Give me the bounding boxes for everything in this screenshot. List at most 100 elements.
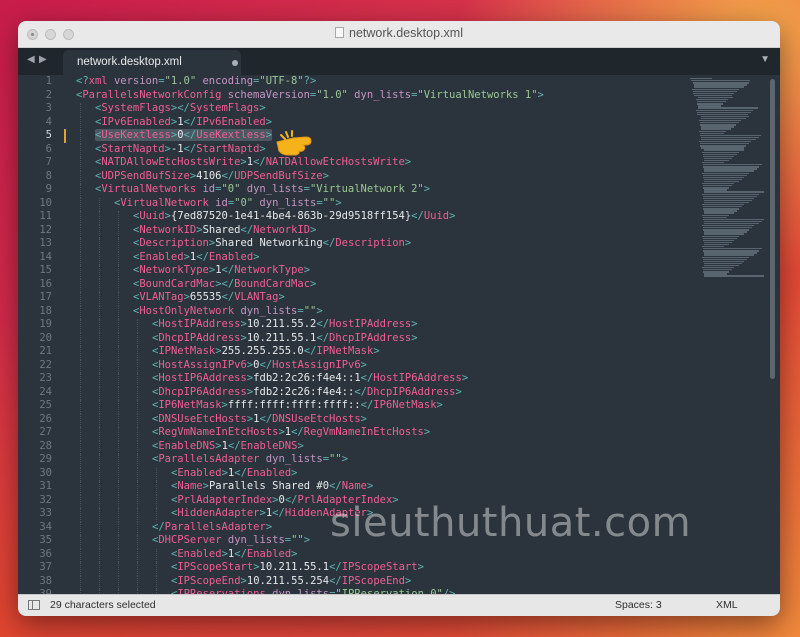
code-line[interactable]: </ParallelsAdapter> (152, 521, 272, 535)
code-line[interactable]: <UseKextless>0</UseKextless> (95, 129, 273, 143)
code-line[interactable]: <BoundCardMac></BoundCardMac> (133, 278, 316, 292)
code-line[interactable]: <EnableDNS>1</EnableDNS> (152, 440, 304, 454)
tab-back-arrow-icon[interactable]: ◀ (27, 54, 35, 65)
code-line[interactable]: <Enabled>1</Enabled> (171, 548, 298, 562)
code-token: ></ (215, 277, 235, 290)
code-line[interactable]: <VirtualNetwork id="0" dyn_lists=""> (114, 197, 342, 211)
code-line[interactable]: <RegVmNameInEtcHosts>1</RegVmNameInEtcHo… (152, 426, 430, 440)
code-line[interactable]: <DNSUseEtcHosts>1</DNSUseEtcHosts> (152, 413, 367, 427)
code-line[interactable]: <SystemFlags></SystemFlags> (95, 102, 266, 116)
indent-guide (156, 575, 157, 589)
indent-guide (118, 238, 119, 252)
tab-menu-chevron-down-icon[interactable]: ▼ (760, 54, 770, 65)
code-line[interactable]: <IPScopeStart>10.211.55.1</IPScopeStart> (171, 561, 424, 575)
code-line[interactable]: <NetworkID>Shared</NetworkID> (133, 224, 316, 238)
code-token: ParallelsNetworkConfig (82, 88, 222, 101)
unsaved-dot-icon[interactable] (232, 60, 238, 66)
syntax-status[interactable]: XML (716, 599, 738, 611)
indent-guide (118, 427, 119, 441)
code-token: DhcpIPAddress (158, 331, 241, 344)
code-token: > (404, 156, 412, 168)
indent-guide (118, 562, 119, 576)
indent-guide (99, 319, 100, 333)
code-line[interactable]: <IPv6Enabled>1</IPv6Enabled> (95, 116, 272, 130)
code-line[interactable]: <ParallelsAdapter dyn_lists=""> (152, 453, 348, 467)
code-line[interactable]: <UDPSendBufSize>4106</UDPSendBufSize> (95, 170, 329, 184)
code-token: HostAssignIPv6 (272, 358, 361, 371)
code-line[interactable]: <IPNetMask>255.255.255.0</IPNetMask> (152, 345, 380, 359)
line-number: 25 (39, 399, 52, 411)
indent-guide (118, 332, 119, 346)
tab-network-desktop-xml[interactable]: network.desktop.xml (63, 50, 241, 75)
vertical-scrollbar[interactable] (770, 79, 775, 379)
code-line[interactable]: <Name>Parallels Shared #0</Name> (171, 480, 373, 494)
indent-guide (99, 575, 100, 589)
code-line[interactable]: <IP6NetMask>ffff:ffff:ffff:ffff::</IP6Ne… (152, 399, 443, 413)
code-token: Enabled (177, 466, 222, 479)
code-line[interactable]: <Enabled>1</Enabled> (171, 467, 298, 481)
code-line[interactable]: <DhcpIP6Address>fdb2:2c26:f4e4::</DhcpIP… (152, 386, 462, 400)
code-line[interactable]: <HostIP6Address>fdb2:2c26:f4e4::1</HostI… (152, 372, 468, 386)
code-token: RegVmNameInEtcHosts (303, 426, 424, 438)
line-number: 32 (39, 493, 52, 506)
indent-guide (137, 373, 138, 387)
code-token: "1.0" (316, 88, 348, 101)
code-token: > (265, 520, 273, 533)
indent-guide (118, 494, 119, 508)
sidebar-toggle-icon[interactable] (28, 600, 40, 610)
code-text: <DHCPServer dyn_lists=""> (152, 534, 310, 546)
code-text: <Description>Shared Networking</Descript… (133, 237, 411, 249)
indent-guide (80, 184, 81, 198)
code-text: <NetworkType>1</NetworkType> (133, 264, 310, 276)
code-token: > (310, 223, 317, 236)
code-token: > (297, 439, 304, 452)
code-line[interactable]: <VLANTag>65535</VLANTag> (133, 291, 285, 305)
indentation-status[interactable]: Spaces: 3 (615, 599, 662, 611)
indent-guide (118, 481, 119, 495)
code-line[interactable]: <DhcpIPAddress>10.211.55.1</DhcpIPAddres… (152, 332, 418, 346)
indent-guide (99, 400, 100, 414)
code-token: -1 (170, 142, 184, 155)
indent-guide (118, 575, 119, 589)
indent-guide (99, 359, 100, 373)
code-line[interactable]: <HostOnlyNetwork dyn_lists=""> (133, 305, 323, 319)
code-line[interactable]: <StartNaptd>-1</StartNaptd> (95, 143, 266, 157)
line-number: 8 (45, 169, 52, 182)
code-token: DHCPServer (158, 534, 222, 546)
code-text: <DNSUseEtcHosts>1</DNSUseEtcHosts> (152, 413, 367, 425)
code-token: </ (183, 115, 197, 128)
line-number: 5 (45, 129, 52, 141)
code-token: 10.211.55.254 (246, 574, 330, 587)
code-line[interactable]: <VirtualNetworks id="0" dyn_lists="Virtu… (95, 183, 430, 197)
code-token: ParallelsAdapter (158, 453, 260, 465)
indent-guide (80, 440, 81, 454)
code-token: </ (234, 547, 247, 560)
code-line[interactable]: <IPScopeEnd>10.211.55.254</IPScopeEnd> (171, 575, 411, 589)
code-token: > (259, 142, 266, 155)
code-line[interactable]: <Enabled>1</Enabled> (133, 251, 260, 265)
code-token: 255.255.255.0 (221, 345, 304, 357)
tab-forward-arrow-icon[interactable]: ▶ (39, 54, 47, 65)
line-number: 6 (45, 142, 52, 155)
code-line[interactable]: <HostAssignIPv6>0</HostAssignIPv6> (152, 359, 367, 373)
code-line[interactable]: <NATDAllowEtcHostsWrite>1</NATDAllowEtcH… (95, 156, 411, 170)
indent-guide (137, 332, 138, 346)
code-text: <Enabled>1</Enabled> (133, 251, 260, 263)
code-token: > (404, 237, 412, 249)
code-text: <HostIP6Address>fdb2:2c26:f4e4::1</HostI… (152, 372, 468, 384)
code-token: dyn_lists (259, 453, 323, 465)
code-line[interactable]: <HostIPAddress>10.211.55.2</HostIPAddres… (152, 318, 418, 332)
code-line[interactable]: <ParallelsNetworkConfig schemaVersion="1… (76, 89, 544, 103)
code-line[interactable]: <NetworkType>1</NetworkType> (133, 264, 310, 278)
line-number: 4 (45, 115, 52, 128)
indent-guide (156, 508, 157, 522)
code-line[interactable]: <?xml version="1.0" encoding="UTF-8"?> (76, 75, 316, 89)
code-line[interactable]: <Description>Shared Networking</Descript… (133, 237, 411, 251)
code-line[interactable]: <DHCPServer dyn_lists=""> (152, 534, 310, 548)
indent-guide (99, 521, 100, 535)
code-line[interactable]: <Uuid>{7ed87520-1e41-4be4-863b-29d9518ff… (133, 210, 455, 224)
minimap[interactable] (686, 75, 766, 595)
code-token: dyn_lists (347, 88, 412, 101)
line-number: 14 (39, 250, 52, 263)
line-number: 26 (39, 412, 52, 425)
